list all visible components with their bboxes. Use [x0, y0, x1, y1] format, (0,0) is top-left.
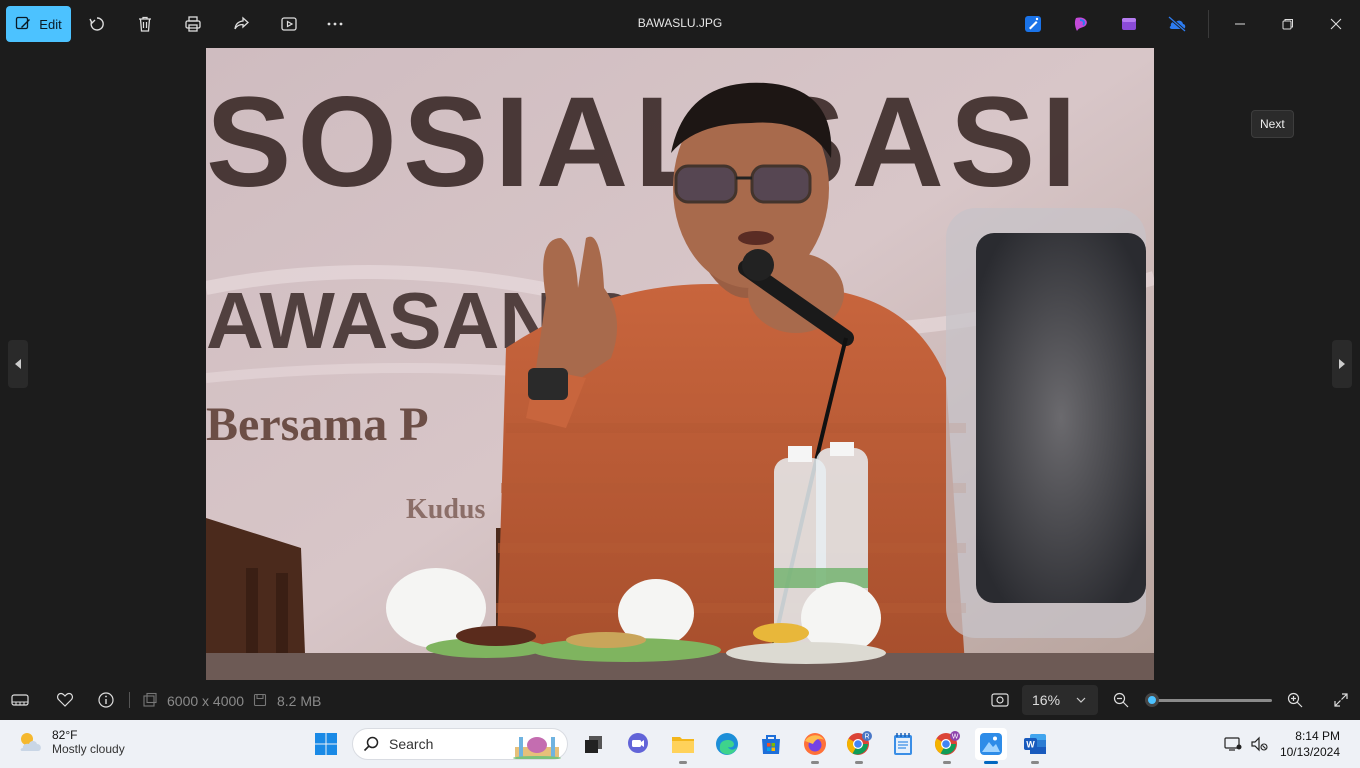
edit-button[interactable]: Edit: [6, 6, 71, 42]
clock-date: 10/13/2024: [1279, 745, 1340, 759]
edit-button-label: Edit: [39, 16, 62, 32]
slideshow-icon[interactable]: [277, 12, 301, 36]
svg-text:W: W: [1026, 740, 1035, 750]
taskbar-app-task-view[interactable]: [578, 728, 610, 760]
running-indicator: [811, 761, 819, 764]
toolbar-divider: [1208, 10, 1209, 38]
folder-icon: [672, 737, 694, 753]
close-icon[interactable]: [1324, 12, 1348, 36]
weather-description: Mostly cloudy: [52, 742, 125, 756]
edit-image-icon: [15, 15, 31, 34]
chevron-right-icon: [1339, 359, 1345, 369]
taskbar-app-chrome-profile-r[interactable]: R: [843, 728, 875, 764]
zoom-slider-thumb[interactable]: [1145, 693, 1159, 707]
window-title: BAWASLU.JPG: [637, 16, 723, 30]
store-icon: [762, 735, 780, 754]
running-indicator: [855, 761, 863, 764]
favorite-heart-icon[interactable]: [55, 690, 75, 710]
more-options-icon[interactable]: [323, 12, 347, 36]
next-tooltip: Next: [1251, 110, 1294, 138]
taskbar-search-box[interactable]: Search: [352, 728, 568, 760]
taskbar-app-photos[interactable]: [975, 728, 1007, 764]
zoom-out-icon[interactable]: [1111, 690, 1131, 710]
chrome-icon: W: [935, 731, 960, 755]
print-icon[interactable]: [181, 12, 205, 36]
active-app-indicator: [984, 761, 998, 764]
running-indicator: [679, 761, 687, 764]
search-icon: [363, 736, 379, 752]
photos-app-window: Edit BAWASLU.JPG SOSIALISASI AWASAN PA B…: [0, 0, 1360, 720]
top-toolbar: Edit BAWASLU.JPG: [0, 0, 1360, 48]
previous-image-button[interactable]: [8, 340, 28, 388]
chrome-icon: R: [847, 731, 872, 755]
restore-icon[interactable]: [1276, 12, 1300, 36]
system-clock[interactable]: 8:14 PM 10/13/2024: [1280, 728, 1340, 760]
taskbar-app-chrome-profile-w[interactable]: W: [931, 728, 963, 764]
status-divider: [129, 692, 130, 708]
dimensions-icon: [140, 690, 160, 710]
photo-viewport[interactable]: SOSIALISASI AWASAN PA Bersama P Kudus: [206, 48, 1154, 680]
edge-browser-icon: [716, 733, 738, 755]
banner-text-line4: Kudus: [406, 494, 485, 525]
svg-text:W: W: [952, 734, 959, 741]
windows-logo-icon: [315, 733, 337, 755]
taskbar-app-firefox[interactable]: [799, 728, 831, 764]
fullscreen-icon[interactable]: [1331, 690, 1351, 710]
word-icon: W: [1024, 734, 1046, 754]
clipchamp-icon[interactable]: [1069, 12, 1093, 36]
video-editor-icon[interactable]: [1117, 12, 1141, 36]
file-size: 8.2 MB: [277, 693, 322, 709]
banner-text-line1: SOSIALISASI: [206, 71, 1083, 214]
search-highlight-mosque-icon: [513, 737, 561, 759]
taskbar-app-file-explorer[interactable]: [667, 728, 699, 764]
taskbar-app-edge[interactable]: [711, 728, 743, 760]
video-chat-icon: [628, 733, 648, 753]
chevron-left-icon: [15, 359, 21, 369]
banner-text-line3: Bersama P: [206, 398, 429, 451]
start-button[interactable]: [310, 728, 342, 760]
firefox-icon: [804, 733, 826, 755]
zoom-level-dropdown[interactable]: 16%: [1022, 685, 1098, 715]
partly-cloudy-icon: [20, 733, 41, 751]
running-indicator: [943, 761, 951, 764]
windows-taskbar: 82°F Mostly cloudy Search R W W 8:14 PM …: [0, 720, 1360, 768]
next-image-button[interactable]: [1332, 340, 1352, 388]
minimize-icon[interactable]: [1228, 12, 1252, 36]
taskbar-app-store[interactable]: [755, 728, 787, 760]
chevron-down-icon: [1076, 697, 1086, 703]
task-view-icon: [585, 736, 602, 753]
taskbar-app-meet[interactable]: [622, 728, 654, 760]
volume-muted-icon[interactable]: [1246, 728, 1272, 760]
image-dimensions: 6000 x 4000: [167, 693, 245, 709]
svg-text:R: R: [864, 734, 869, 741]
taskbar-app-notepad[interactable]: [887, 728, 919, 760]
filmstrip-icon[interactable]: [10, 690, 30, 710]
designer-icon[interactable]: [1021, 12, 1045, 36]
notepad-icon: [894, 733, 912, 755]
onedrive-off-icon[interactable]: [1165, 12, 1189, 36]
zoom-level-value: 16%: [1032, 692, 1061, 708]
status-bar: 6000 x 4000 8.2 MB 16%: [0, 680, 1360, 720]
clock-time: 8:14 PM: [1295, 729, 1340, 743]
photos-icon: [980, 733, 1002, 755]
delete-icon[interactable]: [133, 12, 157, 36]
running-indicator: [1031, 761, 1039, 764]
info-icon[interactable]: [96, 690, 116, 710]
file-size-icon: [250, 690, 270, 710]
taskbar-app-word[interactable]: W: [1019, 728, 1051, 764]
photo-image: SOSIALISASI AWASAN PA Bersama P Kudus: [206, 48, 1154, 680]
weather-temperature: 82°F: [52, 728, 78, 742]
rotate-icon[interactable]: [85, 12, 109, 36]
share-icon[interactable]: [229, 12, 253, 36]
actual-size-icon[interactable]: [990, 690, 1010, 710]
zoom-slider[interactable]: [1145, 693, 1272, 707]
search-label: Search: [389, 736, 434, 752]
network-display-icon[interactable]: [1220, 728, 1246, 760]
zoom-in-icon[interactable]: [1285, 690, 1305, 710]
weather-widget[interactable]: 82°F Mostly cloudy: [16, 728, 125, 756]
